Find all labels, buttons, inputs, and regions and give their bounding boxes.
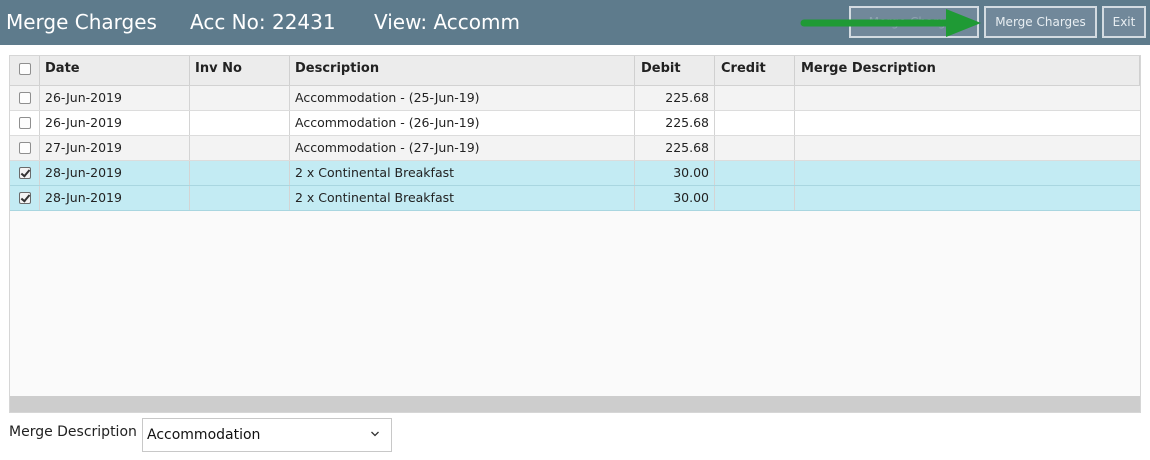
cell-debit: 30.00 — [635, 186, 715, 210]
exit-button[interactable]: Exit — [1102, 6, 1146, 38]
cell-inv-no — [190, 186, 290, 210]
table-row-selected[interactable]: 28-Jun-2019 2 x Continental Breakfast 30… — [10, 161, 1140, 186]
cell-merge-description — [795, 186, 1140, 210]
row-checkbox[interactable] — [19, 192, 31, 204]
cell-inv-no — [190, 111, 290, 135]
row-checkbox[interactable] — [19, 117, 31, 129]
cell-inv-no — [190, 86, 290, 110]
cell-credit — [715, 186, 795, 210]
cell-debit: 225.68 — [635, 136, 715, 160]
cell-date: 27-Jun-2019 — [40, 136, 190, 160]
merge-description-value: Accommodation — [147, 427, 261, 443]
cell-debit: 225.68 — [635, 111, 715, 135]
row-checkbox[interactable] — [19, 92, 31, 104]
horizontal-scrollbar[interactable] — [10, 396, 1140, 412]
cell-credit — [715, 136, 795, 160]
cell-date: 28-Jun-2019 — [40, 186, 190, 210]
cell-description: 2 x Continental Breakfast — [290, 186, 635, 210]
column-header-description[interactable]: Description — [290, 56, 635, 85]
title-bar: Merge Charges Acc No: 22431 View: Accomm… — [0, 0, 1150, 45]
cell-inv-no — [190, 136, 290, 160]
row-checkbox[interactable] — [19, 167, 31, 179]
cell-debit: 30.00 — [635, 161, 715, 185]
cell-description: Accommodation - (25-Jun-19) — [290, 86, 635, 110]
cell-debit: 225.68 — [635, 86, 715, 110]
cell-credit — [715, 86, 795, 110]
merge-description-select[interactable]: Accommodation — [142, 418, 392, 452]
table-row[interactable]: 27-Jun-2019 Accommodation - (27-Jun-19) … — [10, 136, 1140, 161]
view-label: View: Accomm — [374, 10, 520, 34]
table-row[interactable]: 26-Jun-2019 Accommodation - (25-Jun-19) … — [10, 86, 1140, 111]
column-header-merge-description[interactable]: Merge Description — [795, 56, 1140, 85]
merge-description-label: Merge Description — [9, 424, 137, 440]
cell-merge-description — [795, 136, 1140, 160]
cell-merge-description — [795, 86, 1140, 110]
table-row-selected[interactable]: 28-Jun-2019 2 x Continental Breakfast 30… — [10, 186, 1140, 211]
cell-credit — [715, 111, 795, 135]
cell-date: 26-Jun-2019 — [40, 111, 190, 135]
column-header-debit[interactable]: Debit — [635, 56, 715, 85]
account-number: Acc No: 22431 — [190, 10, 336, 34]
cell-merge-description — [795, 161, 1140, 185]
merge-charges-button[interactable]: Merge Charges — [984, 6, 1097, 38]
column-header-date[interactable]: Date — [40, 56, 190, 85]
table-row[interactable]: 26-Jun-2019 Accommodation - (26-Jun-19) … — [10, 111, 1140, 136]
charges-grid: Date Inv No Description Debit Credit Mer… — [9, 55, 1141, 413]
column-header-credit[interactable]: Credit — [715, 56, 795, 85]
cell-description: Accommodation - (27-Jun-19) — [290, 136, 635, 160]
chevron-down-icon — [371, 431, 379, 437]
column-header-inv-no[interactable]: Inv No — [190, 56, 290, 85]
select-all-checkbox[interactable] — [19, 63, 31, 75]
green-arrow-icon — [800, 9, 981, 37]
page-title: Merge Charges — [6, 10, 157, 34]
cell-date: 26-Jun-2019 — [40, 86, 190, 110]
cell-date: 28-Jun-2019 — [40, 161, 190, 185]
row-checkbox[interactable] — [19, 142, 31, 154]
cell-credit — [715, 161, 795, 185]
cell-description: 2 x Continental Breakfast — [290, 161, 635, 185]
cell-description: Accommodation - (26-Jun-19) — [290, 111, 635, 135]
grid-header: Date Inv No Description Debit Credit Mer… — [10, 56, 1140, 86]
cell-inv-no — [190, 161, 290, 185]
cell-merge-description — [795, 111, 1140, 135]
